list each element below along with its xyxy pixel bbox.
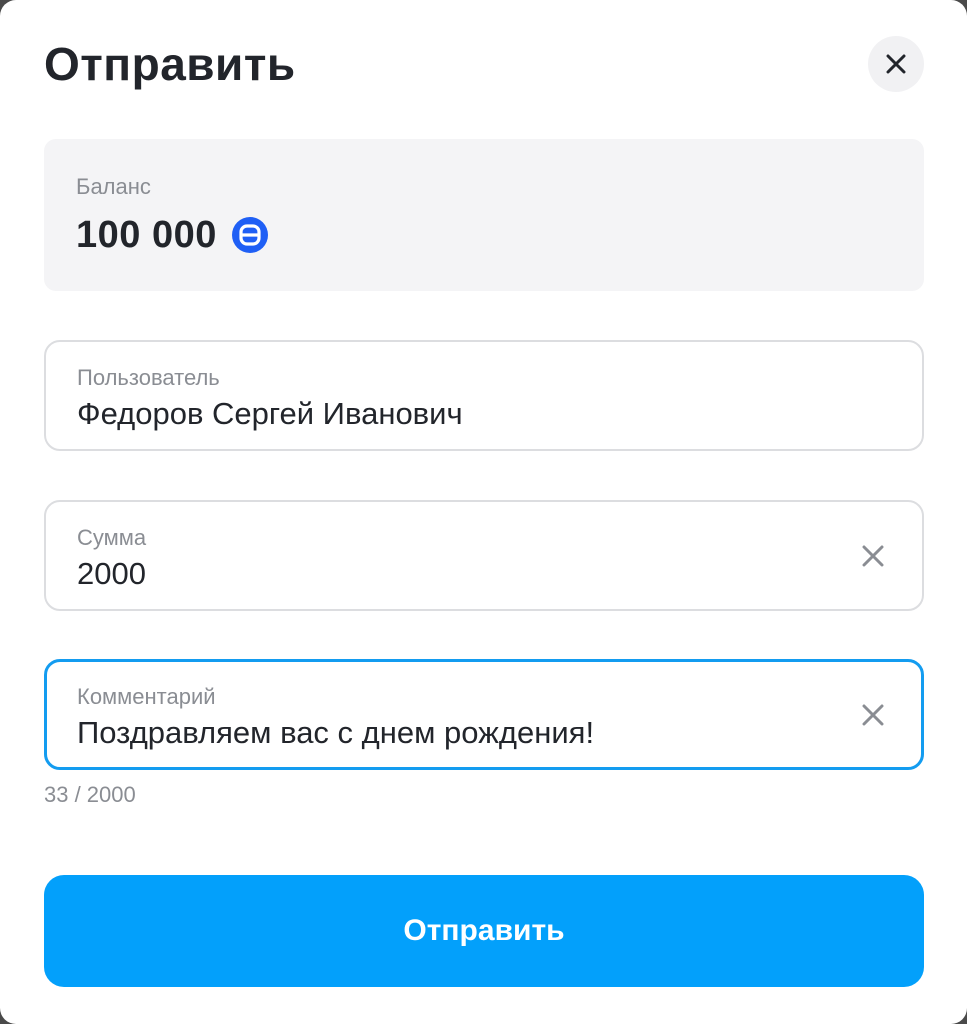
comment-field-label: Комментарий	[77, 684, 216, 709]
balance-label: Баланс	[76, 174, 151, 199]
clear-icon	[862, 704, 884, 726]
send-button[interactable]: Отправить	[44, 875, 924, 987]
balance-card: Баланс 100 000	[44, 139, 924, 291]
user-field[interactable]: Пользователь Федоров Сергей Иванович	[44, 340, 924, 451]
close-icon	[885, 53, 907, 75]
amount-clear-button[interactable]	[858, 541, 888, 571]
amount-field-label: Сумма	[77, 525, 147, 550]
comment-clear-button[interactable]	[858, 700, 888, 730]
amount-field[interactable]: Сумма 2000	[44, 500, 924, 611]
comment-field-value[interactable]: Поздравляем вас с днем рождения!	[77, 713, 594, 753]
comment-field[interactable]: Комментарий Поздравляем вас с днем рожде…	[44, 659, 924, 770]
amount-field-value[interactable]: 2000	[77, 554, 146, 594]
user-field-label: Пользователь	[77, 365, 220, 390]
comment-char-counter: 33 / 2000	[44, 782, 136, 807]
clear-icon	[862, 545, 884, 567]
close-button[interactable]	[868, 36, 924, 92]
dialog-title: Отправить	[44, 38, 296, 90]
coin-icon	[231, 216, 269, 254]
balance-amount-row: 100 000	[76, 211, 269, 259]
send-dialog: Отправить Баланс 100 000 Пользователь Фе…	[0, 0, 967, 1024]
balance-value: 100 000	[76, 214, 217, 256]
user-field-value[interactable]: Федоров Сергей Иванович	[77, 394, 463, 434]
